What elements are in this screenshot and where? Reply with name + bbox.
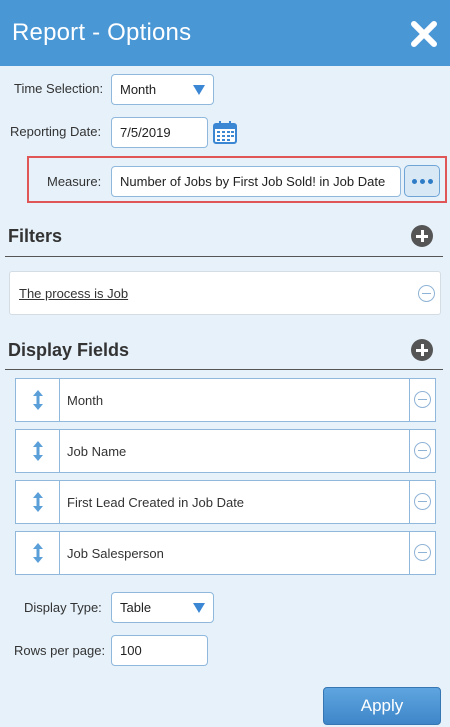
dialog-title: Report - Options (12, 19, 192, 46)
field-label: First Lead Created in Job Date (67, 495, 245, 510)
time-selection-value: Month (120, 82, 157, 97)
remove-filter-icon[interactable] (418, 285, 435, 302)
reporting-date-value: 7/5/2019 (120, 125, 171, 140)
display-field-row: First Lead Created in Job Date (15, 480, 436, 524)
reporting-date-input[interactable]: 7/5/2019 (111, 117, 208, 148)
filters-divider (5, 256, 443, 257)
drag-arrows-icon (32, 390, 43, 410)
dialog-header: Report - Options (0, 0, 450, 66)
apply-button[interactable]: Apply (323, 687, 441, 725)
filter-item: The process is Job (9, 271, 441, 315)
drag-arrows-icon (32, 492, 43, 512)
display-type-select[interactable]: Table (111, 592, 214, 623)
drag-handle[interactable] (16, 481, 60, 523)
calendar-icon[interactable] (213, 120, 237, 144)
ellipsis-icon (411, 178, 417, 184)
remove-field-icon[interactable] (414, 493, 431, 510)
drag-arrows-icon (32, 441, 43, 461)
drag-handle[interactable] (16, 379, 60, 421)
time-selection-label: Time Selection: (14, 81, 104, 96)
time-selection-select[interactable]: Month (111, 74, 214, 105)
display-fields-title: Display Fields (8, 340, 130, 360)
display-field-row: Job Name (15, 429, 436, 473)
reporting-date-label: Reporting Date: (10, 124, 102, 139)
display-field-row: Job Salesperson (15, 531, 436, 575)
filters-title: Filters (8, 226, 63, 246)
close-icon[interactable] (410, 20, 438, 48)
measure-label: Measure: (47, 174, 102, 189)
rows-per-page-label: Rows per page: (14, 643, 106, 658)
field-label: Month (67, 393, 104, 408)
chevron-down-icon (193, 84, 205, 95)
measure-browse-button[interactable] (404, 165, 440, 197)
drag-arrows-icon (32, 543, 43, 563)
remove-field-icon[interactable] (414, 442, 431, 459)
remove-field-cell[interactable] (409, 481, 435, 523)
measure-input[interactable]: Number of Jobs by First Job Sold! in Job… (111, 166, 401, 197)
add-display-field-icon[interactable] (411, 339, 433, 361)
display-field-row: Month (15, 378, 436, 422)
add-filter-icon[interactable] (411, 225, 433, 247)
display-type-value: Table (120, 600, 152, 615)
remove-field-cell[interactable] (409, 430, 435, 472)
rows-per-page-value: 100 (120, 643, 142, 658)
remove-field-cell[interactable] (409, 379, 435, 421)
display-type-label: Display Type: (24, 600, 102, 615)
drag-handle[interactable] (16, 532, 60, 574)
field-label: Job Salesperson (67, 546, 164, 561)
remove-field-icon[interactable] (414, 544, 431, 561)
rows-per-page-input[interactable]: 100 (111, 635, 208, 666)
remove-field-icon[interactable] (414, 391, 431, 408)
measure-value: Number of Jobs by First Job Sold! in Job… (120, 174, 386, 189)
chevron-down-icon (193, 602, 205, 613)
drag-handle[interactable] (16, 430, 60, 472)
remove-field-cell[interactable] (409, 532, 435, 574)
filter-link[interactable]: The process is Job (19, 286, 128, 301)
field-label: Job Name (67, 444, 127, 459)
display-fields-divider (5, 369, 443, 370)
